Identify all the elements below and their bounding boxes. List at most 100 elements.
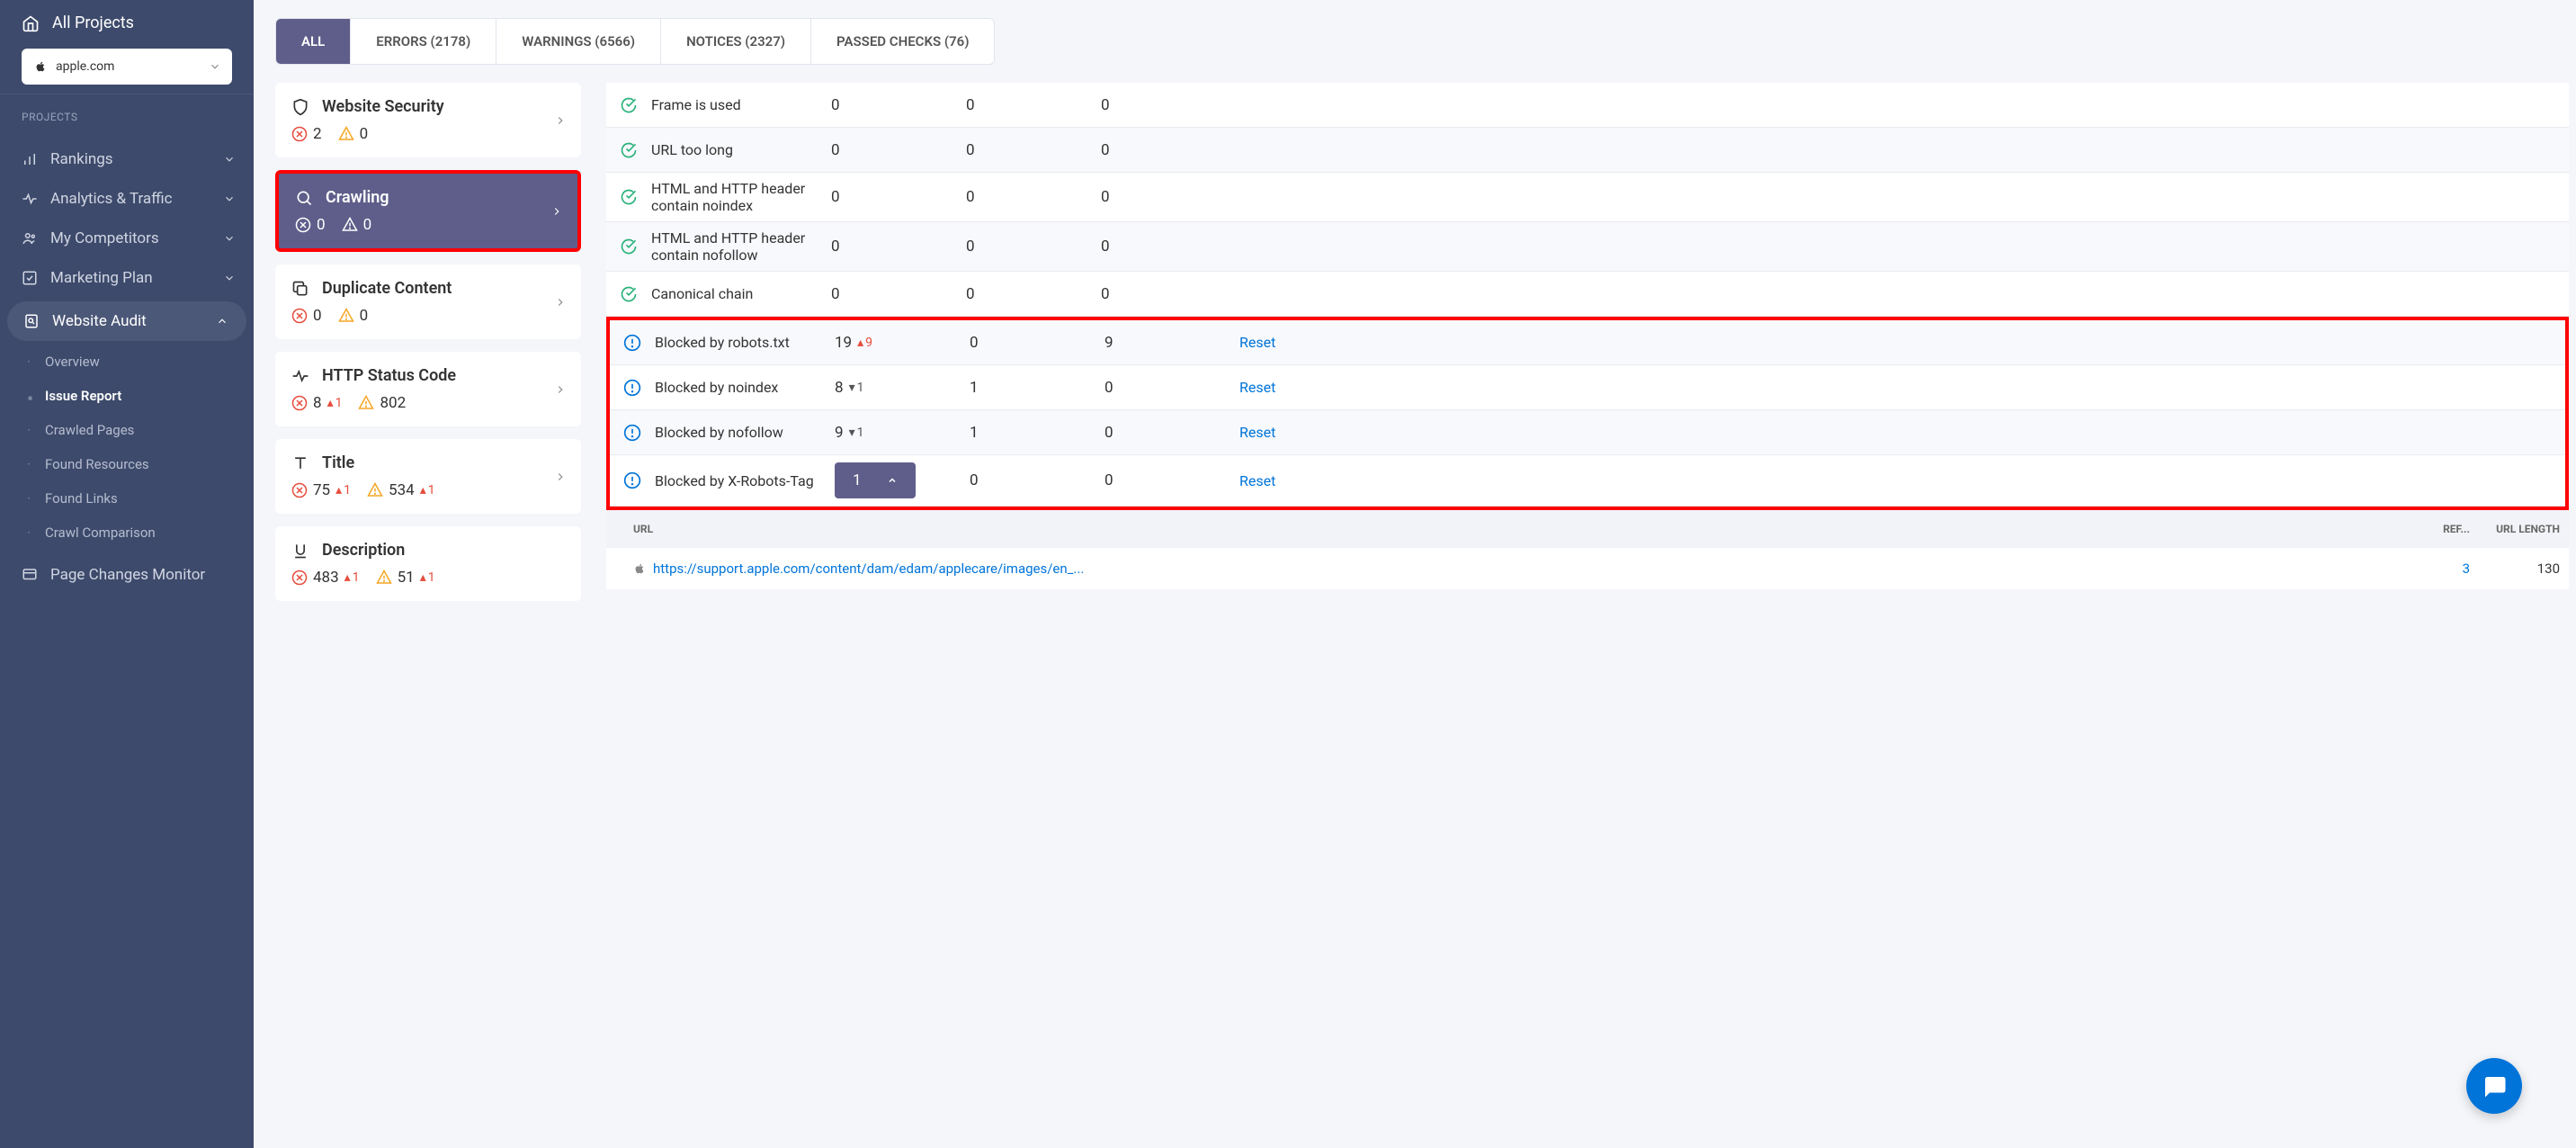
error-icon (295, 217, 311, 233)
subnav-found-resources[interactable]: Found Resources (0, 447, 254, 481)
tab-notices[interactable]: NOTICES (2327) (661, 19, 811, 64)
nav-analytics[interactable]: Analytics & Traffic (0, 179, 254, 219)
delta-down: ▾1 (849, 426, 864, 440)
issues-table: Frame is used 0 0 0 URL too long 0 0 0 H (606, 83, 2569, 1130)
delta-up: ▴9 (857, 336, 872, 350)
pulse-icon (22, 191, 38, 207)
search-doc-icon (23, 313, 40, 329)
subnav-found-links[interactable]: Found Links (0, 481, 254, 516)
hdr-url: URL (615, 523, 2389, 535)
issue-name: Blocked by nofollow (655, 424, 835, 441)
ref-count[interactable]: 3 (2389, 561, 2470, 577)
projects-section-label: PROJECTS (22, 111, 232, 123)
tab-warnings[interactable]: WARNINGS (6566) (496, 19, 661, 64)
table-row[interactable]: HTML and HTTP header contain nofollow 0 … (606, 222, 2569, 272)
delta-up: ▴1 (335, 483, 351, 498)
highlighted-rows: Blocked by robots.txt 19 ▴9 0 9 Reset Bl… (606, 317, 2569, 510)
warning-icon (358, 395, 374, 411)
cat-http-status[interactable]: HTTP Status Code 8 ▴1 802 (275, 352, 581, 426)
monitor-icon (22, 567, 38, 583)
table-row[interactable]: Frame is used 0 0 0 (606, 83, 2569, 128)
all-projects-label: All Projects (52, 13, 134, 32)
cat-title[interactable]: Title 75 ▴1 534 ▴1 (275, 439, 581, 514)
nav-competitors[interactable]: My Competitors (0, 219, 254, 258)
delta-up: ▴1 (420, 483, 435, 498)
home-icon (22, 14, 40, 32)
nav-label: Page Changes Monitor (50, 566, 205, 584)
col-new: 0 (966, 96, 1101, 114)
table-row[interactable]: Blocked by noindex 8 ▾1 1 0 Reset (610, 365, 2565, 410)
issue-name: Blocked by noindex (655, 379, 835, 396)
warning-icon (338, 308, 354, 324)
expanded-pill[interactable]: 1 (835, 462, 916, 498)
nav-label: Marketing Plan (50, 269, 153, 287)
subnav-crawled-pages[interactable]: Crawled Pages (0, 413, 254, 447)
subnav-overview[interactable]: Overview (0, 345, 254, 379)
search-icon (295, 189, 313, 207)
chevron-up-icon (216, 315, 228, 327)
reset-link[interactable]: Reset (1239, 472, 1275, 489)
nav-label: Website Audit (52, 312, 147, 330)
issue-name: HTML and HTTP header contain nofollow (651, 229, 831, 264)
people-icon (22, 230, 38, 247)
chevron-right-icon (554, 114, 567, 127)
hdr-len: URL LENGTH (2470, 523, 2560, 535)
tab-passed[interactable]: PASSED CHECKS (76) (811, 19, 994, 64)
nav-rankings[interactable]: Rankings (0, 139, 254, 179)
apple-icon (633, 562, 646, 575)
table-row[interactable]: Blocked by nofollow 9 ▾1 1 0 Reset (610, 410, 2565, 455)
issue-name: Blocked by X-Robots-Tag (655, 472, 835, 489)
notice-icon (623, 424, 641, 442)
table-row[interactable]: Blocked by X-Robots-Tag 1 0 0 Reset (610, 455, 2565, 507)
nav-marketing[interactable]: Marketing Plan (0, 258, 254, 298)
check-circle-icon (620, 96, 638, 114)
reset-link[interactable]: Reset (1239, 334, 1275, 351)
cat-title-label: Title (322, 453, 354, 472)
reset-link[interactable]: Reset (1239, 424, 1275, 441)
cat-title: Website Security (322, 97, 444, 116)
chat-button[interactable] (2466, 1058, 2522, 1114)
chevron-right-icon (554, 383, 567, 396)
table-row[interactable]: Canonical chain 0 0 0 (606, 272, 2569, 317)
tab-all[interactable]: ALL (276, 19, 351, 64)
error-icon (291, 126, 308, 142)
url-link[interactable]: https://support.apple.com/content/dam/ed… (653, 561, 1084, 577)
delta-up: ▴1 (327, 396, 343, 410)
cat-website-security[interactable]: Website Security 2 0 (275, 83, 581, 157)
col-pages: 0 (831, 96, 966, 114)
check-icon (22, 270, 38, 286)
cat-crawling[interactable]: Crawling 0 0 (275, 170, 581, 252)
cat-duplicate-content[interactable]: Duplicate Content 0 0 (275, 265, 581, 339)
notice-icon (623, 334, 641, 352)
subnav-issue-report[interactable]: Issue Report (0, 379, 254, 413)
cat-title: Crawling (326, 188, 389, 207)
cat-title: Duplicate Content (322, 279, 452, 298)
table-row[interactable]: HTML and HTTP header contain noindex 0 0… (606, 173, 2569, 222)
site-selector[interactable]: apple.com (22, 49, 232, 85)
detail-header: URL REF... URL LENGTH (606, 510, 2569, 548)
nav-page-changes[interactable]: Page Changes Monitor (0, 555, 254, 595)
issue-name: Canonical chain (651, 285, 831, 302)
issue-name: Blocked by robots.txt (655, 334, 835, 351)
chevron-right-icon (554, 296, 567, 309)
reset-link[interactable]: Reset (1239, 379, 1275, 396)
detail-row[interactable]: https://support.apple.com/content/dam/ed… (606, 548, 2569, 589)
issue-name: URL too long (651, 141, 831, 158)
subnav-crawl-comparison[interactable]: Crawl Comparison (0, 516, 254, 550)
text-icon (291, 454, 309, 472)
all-projects-link[interactable]: All Projects (22, 13, 232, 32)
cat-title: Description (322, 541, 405, 560)
tab-errors[interactable]: ERRORS (2178) (351, 19, 496, 64)
check-circle-icon (620, 141, 638, 159)
check-circle-icon (620, 238, 638, 256)
nav-label: My Competitors (50, 229, 159, 247)
hdr-ref: REF... (2389, 523, 2470, 535)
table-row[interactable]: Blocked by robots.txt 19 ▴9 0 9 Reset (610, 320, 2565, 365)
error-icon (291, 570, 308, 586)
issue-name: Frame is used (651, 96, 831, 113)
cat-description[interactable]: Description 483 ▴1 51 ▴1 (275, 526, 581, 601)
warning-icon (367, 482, 383, 498)
pulse-icon (291, 367, 309, 385)
table-row[interactable]: URL too long 0 0 0 (606, 128, 2569, 173)
nav-website-audit[interactable]: Website Audit (7, 301, 246, 341)
